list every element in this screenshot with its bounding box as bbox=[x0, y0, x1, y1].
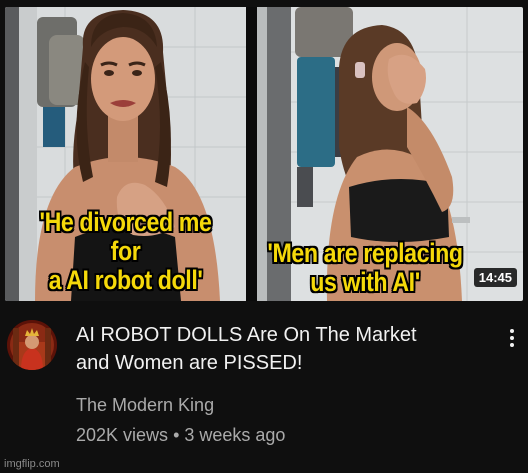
thumbnail-panel-left: 'He divorced me for a AI robot doll' bbox=[5, 7, 246, 301]
more-vertical-icon[interactable] bbox=[502, 326, 522, 352]
video-thumbnail[interactable]: 'He divorced me for a AI robot doll' 'Me… bbox=[5, 7, 523, 301]
video-metadata: AI ROBOT DOLLS Are On The Market and Wom… bbox=[0, 301, 528, 473]
caption-left-line-2: a AI robot doll' bbox=[48, 265, 203, 295]
caption-left-line-1: 'He divorced me for bbox=[39, 207, 212, 266]
duration-badge: 14:45 bbox=[473, 268, 517, 287]
caption-right-line-1: 'Men are replacing bbox=[267, 238, 463, 268]
video-stats: 202K views • 3 weeks ago bbox=[76, 425, 285, 446]
channel-name[interactable]: The Modern King bbox=[76, 395, 214, 416]
thumbnail-divider bbox=[246, 7, 257, 301]
video-title[interactable]: AI ROBOT DOLLS Are On The Market and Wom… bbox=[76, 321, 486, 377]
king-avatar-image bbox=[7, 320, 57, 370]
view-count: 202K views bbox=[76, 425, 169, 445]
channel-avatar[interactable] bbox=[7, 320, 57, 370]
watermark-text: imgflip.com bbox=[4, 458, 60, 470]
upload-age: 3 weeks ago bbox=[184, 425, 286, 445]
thumbnail-panel-right: 'Men are replacing us with AI' 14:45 bbox=[257, 7, 523, 301]
caption-right-line-2: us with AI' bbox=[310, 267, 420, 297]
video-title-line-1: AI ROBOT DOLLS Are On The Market bbox=[76, 324, 417, 346]
thumbnail-caption-left: 'He divorced me for a AI robot doll' bbox=[22, 208, 229, 295]
thumbnail-caption-right: 'Men are replacing us with AI' bbox=[264, 239, 467, 297]
video-title-line-2: and Women are PISSED! bbox=[76, 352, 303, 374]
stats-separator: • bbox=[173, 425, 180, 445]
